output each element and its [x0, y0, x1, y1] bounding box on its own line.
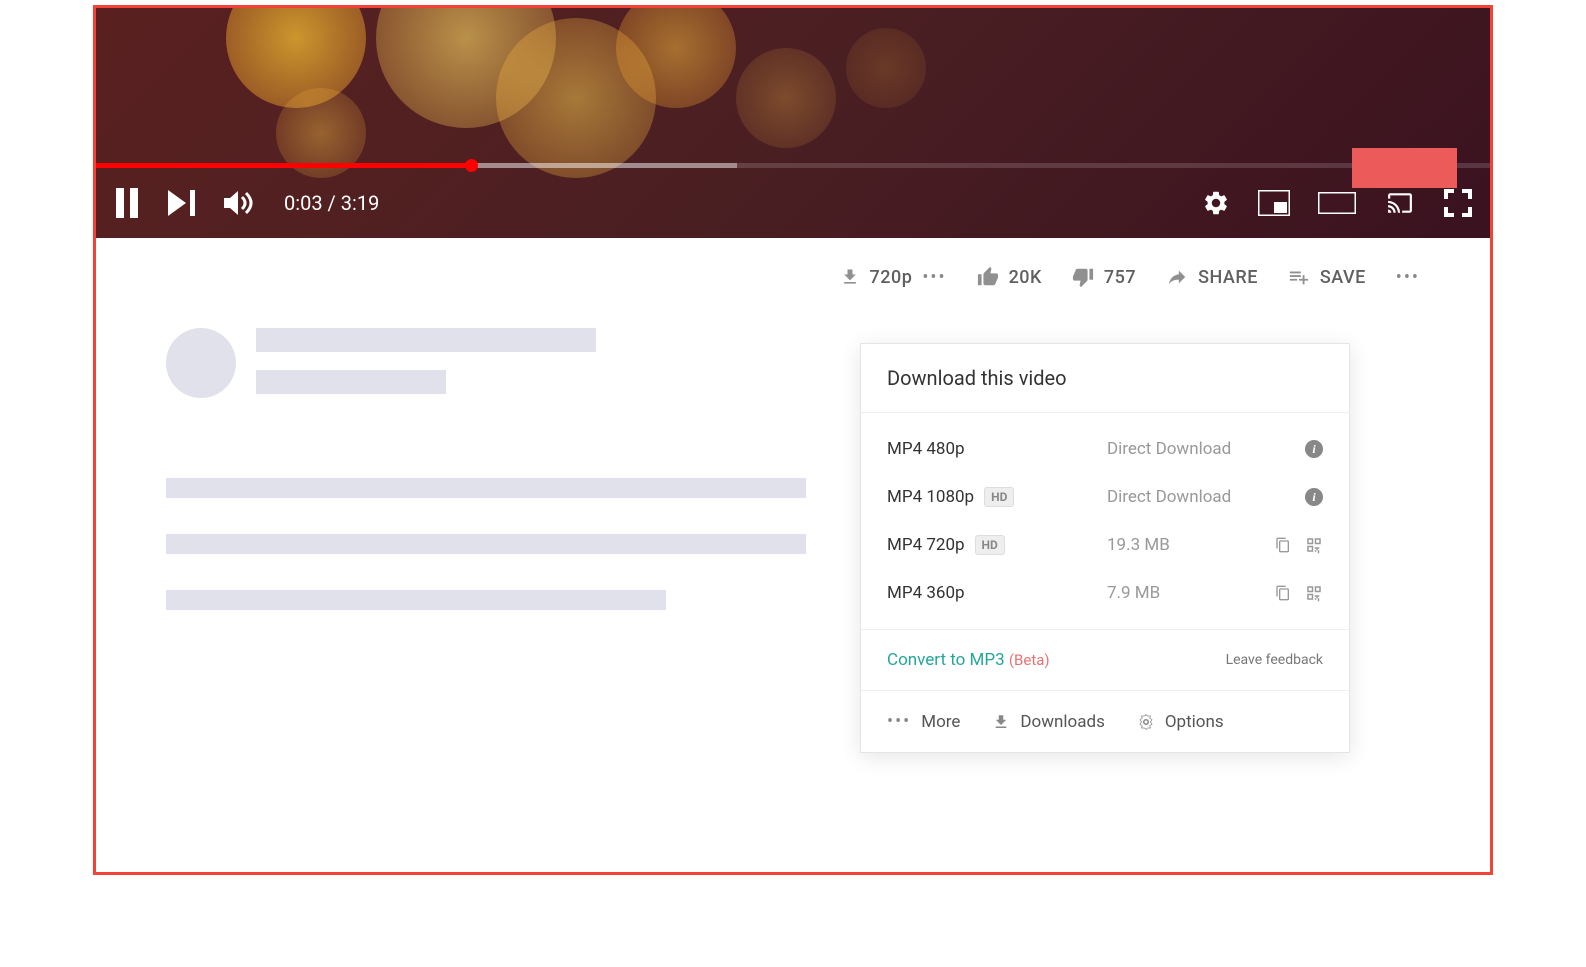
- panel-footer-nav: ••• More Downloads Options: [861, 690, 1349, 752]
- theater-icon: [1318, 192, 1356, 214]
- like-count: 20K: [1009, 267, 1042, 288]
- more-actions-button[interactable]: •••: [1396, 267, 1420, 288]
- qr-icon[interactable]: [1305, 536, 1323, 554]
- share-label: SHARE: [1198, 267, 1258, 288]
- hd-badge: HD: [984, 487, 1014, 507]
- convert-label: Convert to MP3: [887, 650, 1005, 670]
- theater-button[interactable]: [1318, 192, 1356, 214]
- fullscreen-icon: [1444, 189, 1472, 217]
- hd-badge: HD: [975, 535, 1005, 555]
- bokeh-circle: [846, 28, 926, 108]
- desc-line: [166, 534, 806, 554]
- time-display: 0:03 / 3:19: [284, 191, 379, 215]
- dislike-count: 757: [1104, 267, 1136, 288]
- miniplayer-icon: [1258, 190, 1290, 216]
- volume-icon: [224, 189, 256, 217]
- info-icon[interactable]: i: [1305, 440, 1323, 458]
- like-button[interactable]: 20K: [977, 266, 1042, 288]
- settings-button[interactable]: [1202, 189, 1230, 217]
- download-item[interactable]: MP4 720p HD 19.3 MB: [861, 521, 1349, 569]
- feedback-link[interactable]: Leave feedback: [1226, 652, 1323, 668]
- info-icon[interactable]: i: [1305, 488, 1323, 506]
- download-item-label: MP4 1080p: [887, 487, 974, 507]
- video-actions-row: 720p ••• 20K 757 SHARE SAVE •••: [166, 266, 1420, 288]
- panel-footer-convert: Convert to MP3 (Beta) Leave feedback: [861, 629, 1349, 690]
- fullscreen-button[interactable]: [1444, 189, 1472, 217]
- download-item[interactable]: MP4 360p 7.9 MB: [861, 569, 1349, 617]
- app-frame: 0:03 / 3:19: [93, 5, 1493, 875]
- beta-label: (Beta): [1009, 651, 1050, 669]
- pause-button[interactable]: [114, 188, 140, 218]
- subscribe-button[interactable]: [1352, 148, 1457, 188]
- player-controls: 0:03 / 3:19: [96, 168, 1490, 238]
- copy-icon[interactable]: [1275, 535, 1291, 555]
- download-items-list: MP4 480p Direct Download i MP4 1080p HD D…: [861, 413, 1349, 629]
- downloads-button[interactable]: Downloads: [992, 712, 1104, 732]
- download-item-label: MP4 360p: [887, 583, 965, 603]
- more-button[interactable]: ••• More: [887, 711, 960, 732]
- download-item-meta: 19.3 MB: [1107, 535, 1275, 555]
- options-label: Options: [1165, 712, 1224, 732]
- download-item-meta: Direct Download: [1107, 487, 1305, 507]
- download-item-label: MP4 480p: [887, 439, 965, 459]
- save-label: SAVE: [1320, 267, 1366, 288]
- download-item-label: MP4 720p: [887, 535, 965, 555]
- gear-icon: [1202, 189, 1230, 217]
- channel-avatar[interactable]: [166, 328, 236, 398]
- convert-mp3-link[interactable]: Convert to MP3 (Beta): [887, 650, 1050, 670]
- share-button[interactable]: SHARE: [1166, 266, 1258, 288]
- pause-icon: [114, 188, 140, 218]
- qr-icon[interactable]: [1305, 584, 1323, 602]
- copy-icon[interactable]: [1275, 583, 1291, 603]
- download-icon: [992, 713, 1010, 731]
- download-panel: Download this video MP4 480p Direct Down…: [860, 343, 1350, 753]
- bokeh-circle: [736, 48, 836, 148]
- download-quality-button[interactable]: 720p •••: [840, 267, 947, 288]
- download-panel-title: Download this video: [861, 344, 1349, 413]
- next-button[interactable]: [168, 190, 196, 216]
- more-icon: •••: [922, 267, 946, 288]
- cast-icon: [1384, 190, 1416, 216]
- miniplayer-button[interactable]: [1258, 190, 1290, 216]
- download-item[interactable]: MP4 1080p HD Direct Download i: [861, 473, 1349, 521]
- volume-button[interactable]: [224, 189, 256, 217]
- channel-subs-placeholder: [256, 370, 446, 394]
- thumbs-down-icon: [1072, 266, 1094, 288]
- channel-name-placeholder: [256, 328, 596, 352]
- more-icon: •••: [887, 711, 911, 732]
- desc-line: [166, 590, 666, 610]
- bokeh-circle: [226, 8, 366, 108]
- dislike-button[interactable]: 757: [1072, 266, 1136, 288]
- cast-button[interactable]: [1384, 190, 1416, 216]
- download-item-meta: Direct Download: [1107, 439, 1305, 459]
- thumbs-up-icon: [977, 266, 999, 288]
- download-quality-label: 720p: [870, 267, 913, 288]
- share-icon: [1166, 266, 1188, 288]
- gear-icon: [1137, 713, 1155, 731]
- downloads-label: Downloads: [1020, 712, 1104, 732]
- save-button[interactable]: SAVE: [1288, 266, 1366, 288]
- desc-line: [166, 478, 806, 498]
- download-item[interactable]: MP4 480p Direct Download i: [861, 425, 1349, 473]
- next-icon: [168, 190, 196, 216]
- more-icon: •••: [1396, 267, 1420, 288]
- playlist-add-icon: [1288, 266, 1310, 288]
- options-button[interactable]: Options: [1137, 712, 1224, 732]
- video-player[interactable]: 0:03 / 3:19: [96, 8, 1490, 238]
- download-icon: [840, 267, 860, 287]
- download-item-meta: 7.9 MB: [1107, 583, 1275, 603]
- more-label: More: [921, 712, 960, 732]
